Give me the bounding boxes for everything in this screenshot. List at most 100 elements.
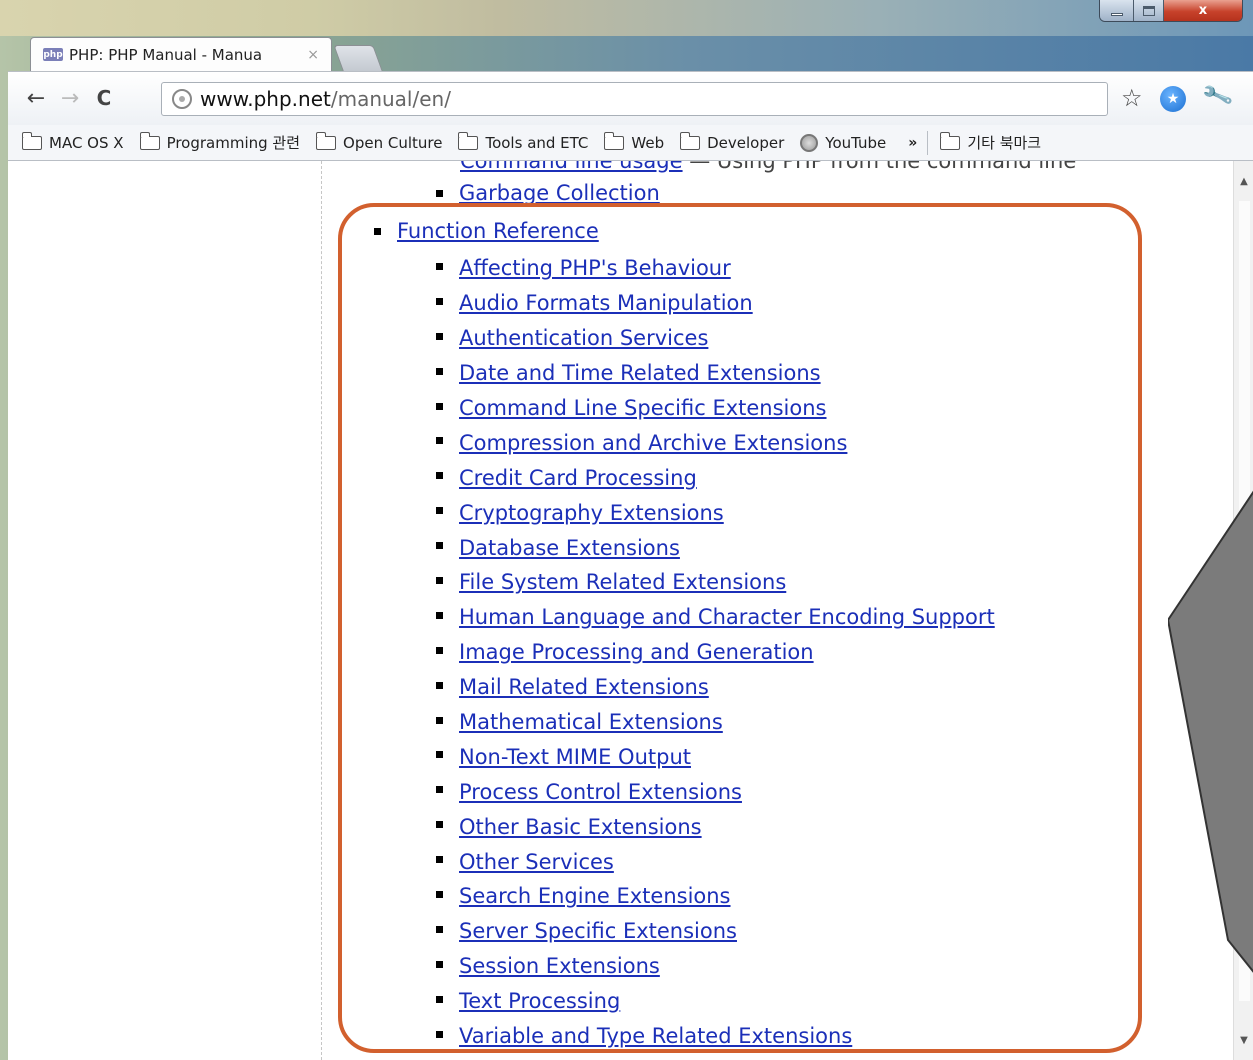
- folder-icon: [940, 131, 961, 150]
- new-tab-button[interactable]: [333, 45, 383, 71]
- url-host: www.php.net: [200, 87, 331, 111]
- function-reference-sub-link[interactable]: Mathematical Extensions: [459, 710, 723, 734]
- bookmark-web[interactable]: Web: [604, 131, 665, 152]
- wrench-menu-icon[interactable]: 🔧: [1201, 80, 1235, 113]
- function-reference-sub-link[interactable]: Text Processing: [459, 989, 620, 1013]
- minimize-icon: [1110, 13, 1123, 16]
- list-item: Other Basic Extensions: [436, 809, 995, 844]
- function-reference-sub-link[interactable]: Image Processing and Generation: [459, 640, 814, 664]
- scroll-down-arrow-icon[interactable]: ▼: [1234, 1030, 1253, 1050]
- function-reference-sub-link[interactable]: Affecting PHP's Behaviour: [459, 256, 731, 280]
- bookmark-other[interactable]: 기타 북마크: [940, 131, 1042, 153]
- list-item: Session Extensions: [436, 949, 995, 984]
- folder-icon: [680, 131, 701, 150]
- function-reference-sub-link[interactable]: Non-Text MIME Output: [459, 745, 691, 769]
- bookmarks-overflow-button[interactable]: »: [908, 135, 917, 151]
- minimize-button[interactable]: [1100, 0, 1134, 21]
- back-button[interactable]: ←: [22, 82, 50, 114]
- function-reference-sub-link[interactable]: Mail Related Extensions: [459, 675, 709, 699]
- list-item: Server Specific Extensions: [436, 914, 995, 949]
- close-window-button[interactable]: x: [1164, 0, 1242, 21]
- bullet-icon: [436, 960, 443, 968]
- list-item: Search Engine Extensions: [436, 879, 995, 914]
- bookmark-label: YouTube: [825, 133, 887, 152]
- url-path: /manual/en/: [330, 87, 451, 111]
- extension-star-icon[interactable]: ★: [1160, 86, 1186, 112]
- list-item: Database Extensions: [436, 530, 995, 565]
- function-reference-sub-link[interactable]: Authentication Services: [459, 326, 708, 350]
- bookmark-mac-os-x[interactable]: MAC OS X: [22, 131, 124, 152]
- list-item: Garbage Collection: [436, 181, 660, 205]
- forward-button[interactable]: →: [56, 82, 84, 114]
- bullet-icon: [436, 751, 443, 759]
- bullet-icon: [436, 402, 443, 410]
- function-reference-sub-link[interactable]: Search Engine Extensions: [459, 884, 731, 908]
- list-item: Variable and Type Related Extensions: [436, 1019, 995, 1054]
- list-item: Command Line Specific Extensions: [436, 391, 995, 426]
- list-item: Compression and Archive Extensions: [436, 425, 995, 460]
- list-item: Date and Time Related Extensions: [436, 356, 995, 391]
- function-reference-sub-link[interactable]: Audio Formats Manipulation: [459, 291, 753, 315]
- bookmark-programming[interactable]: Programming 관련: [139, 131, 300, 153]
- bullet-icon: [436, 190, 443, 197]
- bookmark-label: 기타 북마크: [967, 134, 1042, 152]
- bookmarks-divider: [927, 130, 929, 155]
- function-reference-sub-link[interactable]: Other Basic Extensions: [459, 815, 702, 839]
- function-reference-sub-link[interactable]: Variable and Type Related Extensions: [459, 1024, 852, 1048]
- folder-icon: [316, 131, 337, 150]
- function-reference-sub-link[interactable]: Session Extensions: [459, 954, 660, 978]
- maximize-button[interactable]: [1134, 0, 1164, 21]
- function-reference-sub-link[interactable]: Cryptography Extensions: [459, 501, 724, 525]
- address-bar[interactable]: www.php.net/manual/en/: [161, 82, 1108, 116]
- function-reference-list: Affecting PHP's Behaviour Audio Formats M…: [436, 251, 995, 1053]
- tab-php-manual[interactable]: php PHP: PHP Manual - Manua ×: [30, 37, 332, 71]
- php-favicon-icon: php: [43, 48, 63, 61]
- scroll-up-arrow-icon[interactable]: ▲: [1234, 171, 1253, 191]
- function-reference-sub-link[interactable]: Server Specific Extensions: [459, 919, 737, 943]
- bullet-icon: [436, 262, 443, 270]
- scrollbar-track[interactable]: [1239, 201, 1250, 1001]
- list-item: Function Reference: [374, 219, 599, 243]
- bookmark-youtube[interactable]: YouTube: [800, 133, 887, 152]
- bullet-icon: [436, 995, 443, 1003]
- function-reference-sub-link[interactable]: Other Services: [459, 850, 614, 874]
- list-item: Cryptography Extensions: [436, 495, 995, 530]
- site-info-globe-icon[interactable]: [172, 89, 192, 109]
- bullet-icon: [436, 542, 443, 550]
- bookmark-developer[interactable]: Developer: [680, 131, 784, 152]
- function-reference-sub-link[interactable]: File System Related Extensions: [459, 570, 786, 594]
- list-item: Affecting PHP's Behaviour: [436, 251, 995, 286]
- folder-icon: [22, 131, 42, 150]
- list-item: Text Processing: [436, 984, 995, 1019]
- command-line-usage-link[interactable]: Command line usage: [460, 161, 683, 173]
- function-reference-sub-link[interactable]: Command Line Specific Extensions: [459, 396, 827, 420]
- maximize-icon: [1142, 5, 1155, 16]
- folder-icon: [604, 131, 625, 150]
- tab-close-icon[interactable]: ×: [307, 47, 319, 63]
- bookmark-star-icon[interactable]: ☆: [1121, 84, 1143, 112]
- function-reference-link[interactable]: Function Reference: [397, 219, 599, 243]
- list-item: Audio Formats Manipulation: [436, 286, 995, 321]
- list-item: Process Control Extensions: [436, 774, 995, 809]
- browser-window: x php PHP: PHP Manual - Manua × ← → C ww…: [0, 0, 1253, 1060]
- function-reference-sub-link[interactable]: Database Extensions: [459, 536, 680, 560]
- function-reference-sub-link[interactable]: Date and Time Related Extensions: [459, 361, 821, 385]
- bullet-icon: [436, 646, 443, 654]
- bookmarks-bar: MAC OS X Programming 관련 Open Culture Too…: [8, 125, 1253, 161]
- function-reference-sub-link[interactable]: Compression and Archive Extensions: [459, 431, 847, 455]
- bookmark-label: Web: [631, 133, 665, 152]
- garbage-collection-link[interactable]: Garbage Collection: [459, 181, 660, 205]
- function-reference-sub-link[interactable]: Human Language and Character Encoding Su…: [459, 605, 995, 629]
- list-item: Human Language and Character Encoding Su…: [436, 600, 995, 635]
- bookmark-tools-and-etc[interactable]: Tools and ETC: [458, 131, 588, 152]
- list-item: Non-Text MIME Output: [436, 739, 995, 774]
- function-reference-sub-link[interactable]: Process Control Extensions: [459, 780, 742, 804]
- vertical-scrollbar[interactable]: ▲ ▼: [1233, 161, 1253, 1060]
- list-item: Credit Card Processing: [436, 460, 995, 495]
- function-reference-sub-link[interactable]: Credit Card Processing: [459, 466, 697, 490]
- bullet-icon: [436, 367, 443, 375]
- bookmark-label: Open Culture: [343, 133, 443, 152]
- reload-button[interactable]: C: [88, 82, 120, 114]
- window-controls: x: [1099, 0, 1243, 22]
- bookmark-open-culture[interactable]: Open Culture: [316, 131, 443, 152]
